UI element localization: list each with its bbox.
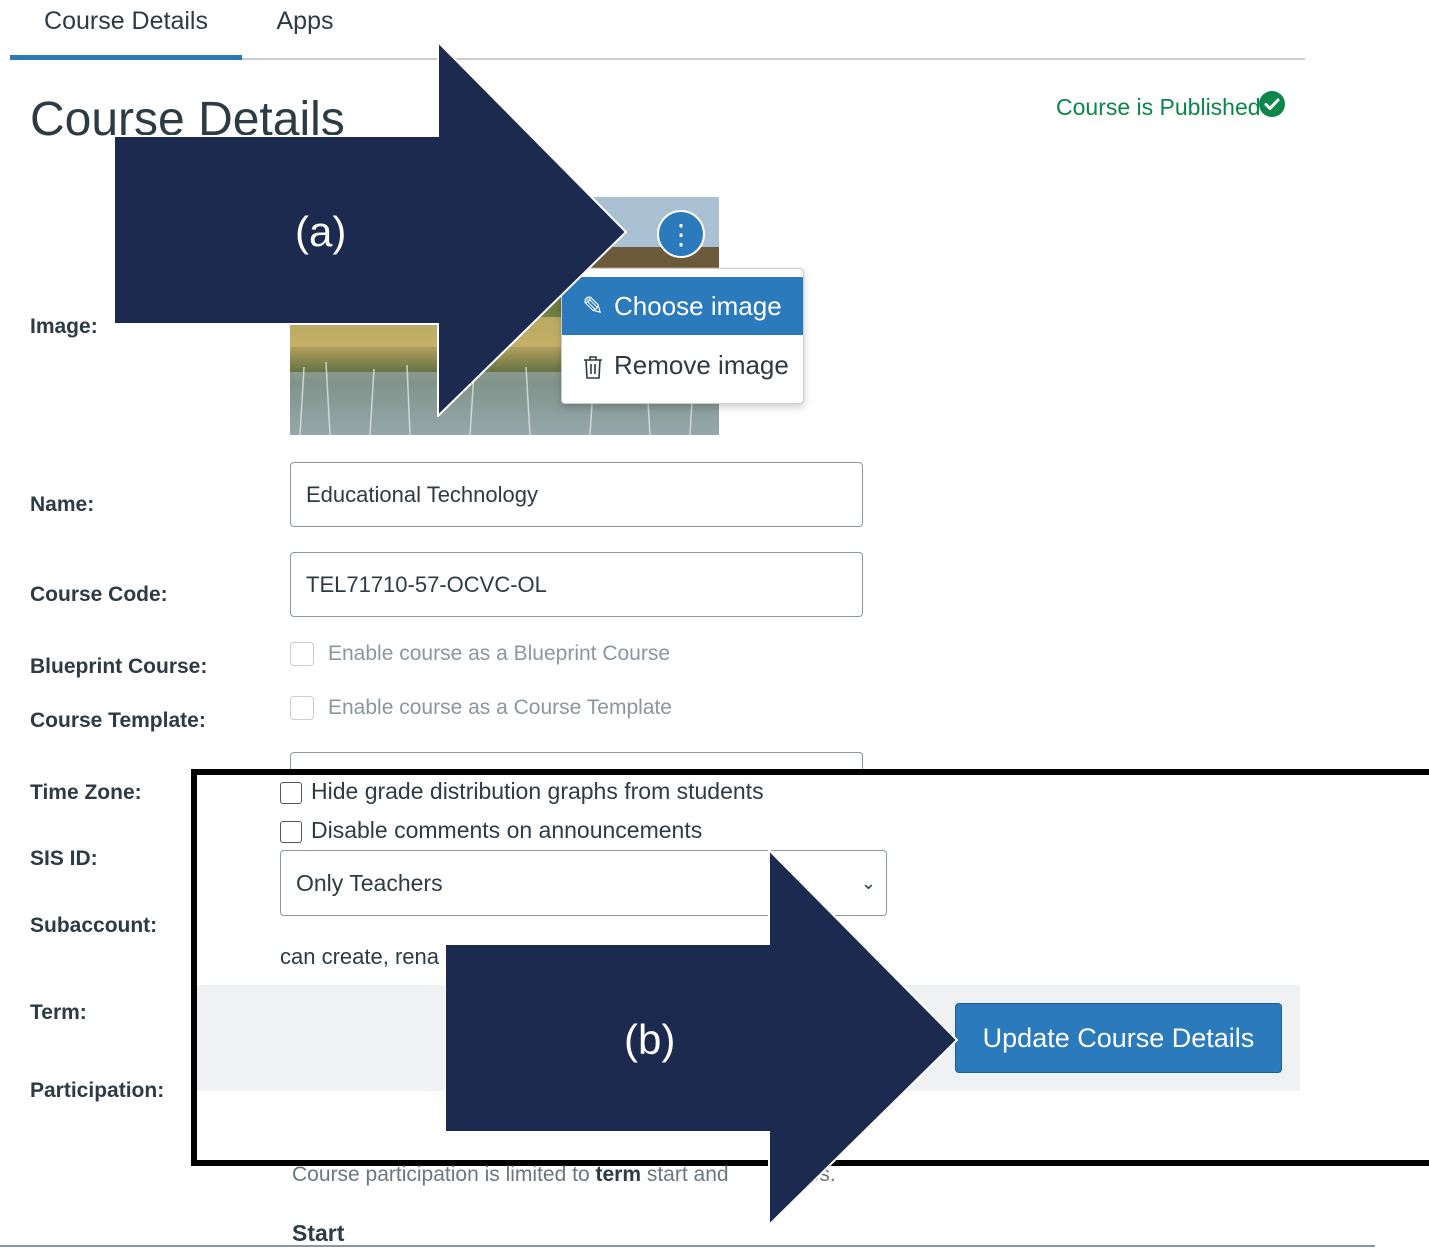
course-template-label: Course Template:: [30, 709, 206, 732]
choose-image-label: Choose image: [614, 291, 782, 321]
blueprint-checkbox[interactable]: [290, 642, 314, 667]
subaccount-label: Subaccount:: [30, 914, 158, 937]
annotation-label-a: (a): [295, 208, 347, 255]
disable-comments-label: Disable comments on announcements: [311, 817, 703, 843]
template-checkbox-label: Enable course as a Course Template: [328, 696, 672, 719]
blueprint-checkbox-row[interactable]: Enable course as a Blueprint Course: [290, 642, 671, 667]
course-code-label: Course Code:: [30, 583, 168, 606]
blueprint-checkbox-label: Enable course as a Blueprint Course: [328, 642, 671, 665]
template-checkbox[interactable]: [290, 696, 314, 721]
image-options-button[interactable]: ⋮: [657, 210, 705, 258]
blueprint-label: Blueprint Course:: [30, 655, 208, 678]
template-checkbox-row[interactable]: Enable course as a Course Template: [290, 696, 672, 721]
participation-label: Participation:: [30, 1079, 165, 1102]
permissions-select-value: Only Teachers: [296, 870, 443, 896]
time-zone-label: Time Zone:: [30, 781, 142, 804]
image-label: Image:: [30, 315, 98, 338]
hide-grade-distribution-label: Hide grade distribution graphs from stud…: [311, 778, 764, 804]
hide-grade-distribution-option[interactable]: Hide grade distribution graphs from stud…: [280, 778, 764, 805]
can-create-text: can create, rena: [280, 944, 439, 969]
update-course-details-button[interactable]: Update Course Details: [955, 1003, 1282, 1073]
remove-image-label: Remove image: [614, 350, 789, 380]
annotation-arrow-a: [114, 42, 628, 417]
published-status: Course is Published: [1056, 94, 1261, 120]
disable-comments-checkbox[interactable]: [280, 820, 302, 843]
sis-id-label: SIS ID:: [30, 847, 98, 870]
disable-comments-option[interactable]: Disable comments on announcements: [280, 817, 702, 844]
annotation-label-b: (b): [624, 1016, 676, 1063]
annotation-arrow-b: [445, 850, 959, 1226]
course-code-input[interactable]: TEL71710-57-OCVC-OL: [290, 552, 863, 617]
term-label: Term:: [30, 1001, 87, 1024]
bottom-divider: [0, 1245, 1375, 1247]
course-name-input[interactable]: Educational Technology: [290, 462, 863, 527]
check-circle-icon: [1259, 91, 1285, 117]
name-label: Name:: [30, 493, 95, 516]
hide-grade-distribution-checkbox[interactable]: [280, 781, 302, 804]
start-label: Start: [292, 1220, 345, 1246]
